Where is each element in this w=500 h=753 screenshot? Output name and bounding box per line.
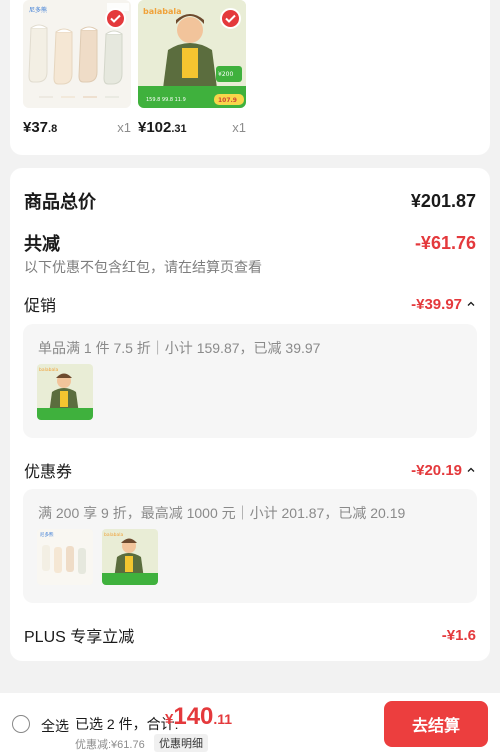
- plus-row: PLUS 专享立减 -¥1.6: [24, 623, 476, 647]
- sock-2: [53, 28, 73, 85]
- svg-text:尼多熊: 尼多熊: [40, 531, 54, 538]
- promo-value: -¥39.97: [411, 295, 462, 313]
- coupon-row[interactable]: 优惠券 -¥20.19: [24, 458, 476, 482]
- svg-text:159.8 99.8 11.9: 159.8 99.8 11.9: [146, 97, 186, 103]
- svg-text:¥200: ¥200: [218, 71, 233, 78]
- discount-note: 以下优惠不包含红包，请在结算页查看: [24, 259, 262, 275]
- product-jacket[interactable]: balabala ¥200 159.8 99.8 11.9 107.9 ¥102…: [138, 0, 246, 136]
- plus-label: PLUS 专享立减: [24, 629, 135, 646]
- price-summary-card: 商品总价 ¥201.87 共减 -¥61.76 以下优惠不包含红包，请在结算页查…: [10, 168, 490, 661]
- coupon-product-thumb-socks: 尼多熊: [37, 529, 93, 585]
- coupon-detail-box: 满 200 享 9 折，最高减 1000 元｜小计 201.87，已减 20.1…: [23, 489, 477, 603]
- selected-count-text: 已选 2 件，合计:: [75, 716, 179, 732]
- total-amount: ¥140.11: [165, 703, 233, 730]
- promo-description: 单品满 1 件 7.5 折｜小计 159.87，已减 39.97: [38, 340, 321, 356]
- product-image-socks[interactable]: 尼多熊: [23, 0, 131, 108]
- sock-1: [28, 24, 48, 83]
- plus-value: -¥1.6: [441, 626, 476, 644]
- checkout-button[interactable]: 去结算: [384, 701, 488, 747]
- product-price: ¥37.8: [23, 119, 58, 136]
- sock-4: [103, 30, 123, 85]
- total-reduce-value: -¥61.76: [414, 232, 476, 253]
- saved-amount: 优惠减:¥61.76: [75, 739, 145, 751]
- selected-products-card: 尼多熊 ¥37.8 x1 balabala ¥200 159.8 99.8 11…: [10, 0, 490, 155]
- sock-3: [78, 26, 98, 83]
- select-all-radio[interactable]: [12, 715, 30, 733]
- coupon-description: 满 200 享 9 折，最高减 1000 元｜小计 201.87，已减 20.1…: [38, 505, 406, 521]
- svg-text:balabala: balabala: [104, 532, 123, 538]
- check-icon[interactable]: [220, 8, 241, 29]
- promo-detail-box: 单品满 1 件 7.5 折｜小计 159.87，已减 39.97 balabal…: [23, 324, 477, 438]
- chevron-up-icon[interactable]: [466, 299, 476, 309]
- coupon-product-thumb-jacket: balabala: [102, 529, 158, 585]
- svg-text:balabala: balabala: [39, 367, 58, 373]
- product-quantity: x1: [232, 120, 246, 135]
- product-price: ¥102.31: [138, 119, 187, 136]
- select-all-label[interactable]: 全选: [41, 716, 69, 736]
- product-socks[interactable]: 尼多熊 ¥37.8 x1: [23, 0, 131, 136]
- total-reduce-label: 共减: [24, 234, 60, 254]
- promo-product-thumb: balabala: [37, 364, 93, 420]
- checkout-bar: 全选 已选 2 件，合计: ¥140.11 优惠减:¥61.76 优惠明细 去结…: [0, 693, 500, 753]
- brand-logo-nido: 尼多熊: [29, 6, 47, 14]
- product-image-jacket[interactable]: balabala ¥200 159.8 99.8 11.9 107.9: [138, 0, 246, 108]
- promo-row[interactable]: 促销 -¥39.97: [24, 292, 476, 316]
- discount-detail-button[interactable]: 优惠明细: [154, 734, 208, 752]
- total-price-value: ¥201.87: [410, 190, 476, 211]
- coupon-value: -¥20.19: [411, 461, 462, 479]
- check-icon[interactable]: [105, 8, 126, 29]
- coupon-label: 优惠券: [24, 464, 73, 481]
- total-price-label: 商品总价: [24, 192, 96, 212]
- product-quantity: x1: [117, 120, 131, 135]
- svg-text:107.9: 107.9: [218, 97, 237, 104]
- promo-label: 促销: [24, 298, 57, 315]
- chevron-up-icon[interactable]: [466, 465, 476, 475]
- brand-logo-balabala: balabala: [143, 7, 182, 16]
